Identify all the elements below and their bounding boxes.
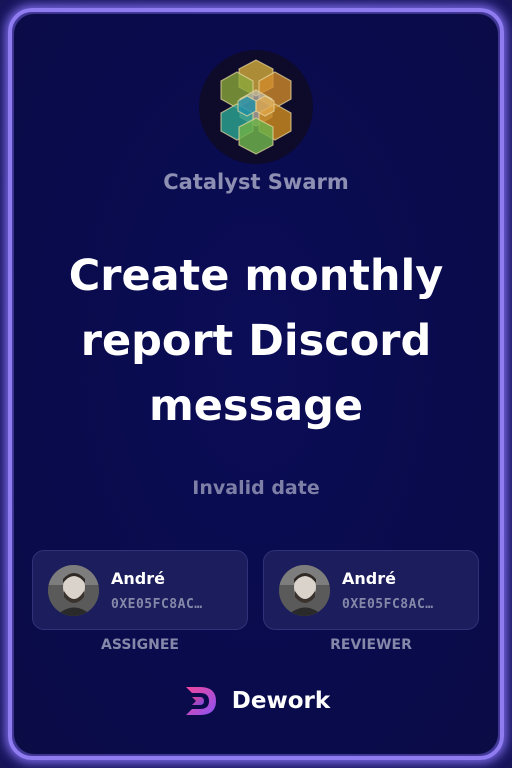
dework-brand-name: Dework bbox=[231, 688, 331, 714]
reviewer-card[interactable]: André 0XE05FC8AC… bbox=[263, 550, 479, 630]
assignee-avatar bbox=[48, 565, 99, 616]
task-share-card-page: Catalyst Swarm Create monthly report Dis… bbox=[0, 0, 512, 768]
dework-brand[interactable]: Dework bbox=[0, 683, 512, 719]
hexagon-cube-logo-icon bbox=[220, 59, 292, 155]
organization-logo bbox=[199, 50, 313, 164]
task-title: Create monthly report Discord message bbox=[68, 251, 444, 431]
organization-name: Catalyst Swarm bbox=[163, 170, 349, 194]
reviewer-role-label: REVIEWER bbox=[330, 637, 412, 653]
reviewer-avatar bbox=[279, 565, 330, 616]
assignee-name: André bbox=[111, 569, 165, 588]
assignee-card[interactable]: André 0XE05FC8AC… bbox=[32, 550, 248, 630]
dework-logo-icon bbox=[185, 687, 216, 715]
assignee-address: 0XE05FC8AC… bbox=[111, 597, 203, 612]
reviewer-address: 0XE05FC8AC… bbox=[342, 597, 434, 612]
assignee-role-label: ASSIGNEE bbox=[101, 637, 179, 653]
user-avatar-icon bbox=[279, 565, 330, 616]
user-avatar-icon bbox=[48, 565, 99, 616]
reviewer-name: André bbox=[342, 569, 396, 588]
task-due-date: Invalid date bbox=[192, 477, 320, 499]
